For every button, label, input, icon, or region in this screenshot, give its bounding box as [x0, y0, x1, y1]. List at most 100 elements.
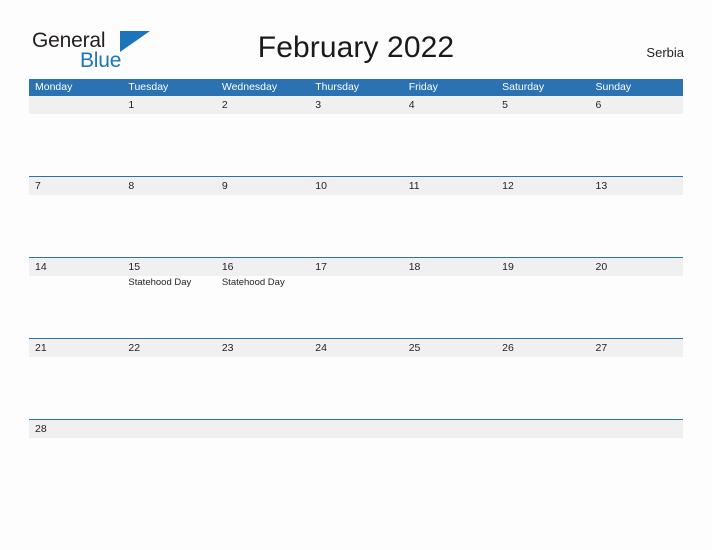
calendar-day-cell[interactable]: 12	[496, 177, 590, 257]
day-number: 12	[502, 180, 514, 192]
day-number-band	[122, 420, 216, 438]
day-number: 10	[315, 180, 327, 192]
day-number: 2	[221, 99, 228, 111]
day-number: 20	[595, 261, 608, 273]
day-number-band	[122, 96, 216, 114]
calendar-day-cell[interactable]: 22	[122, 339, 216, 419]
calendar-week-row: 14 15 Statehood Day 16 Statehood Day 17 18 19 20	[29, 257, 683, 338]
calendar-day-cell[interactable]: 16 Statehood Day	[215, 258, 310, 338]
day-number-band	[496, 420, 590, 438]
day-number-band	[496, 96, 590, 114]
calendar-week-cells: 1 2 3 4 5 6	[29, 96, 683, 176]
calendar-day-cell[interactable]: 1	[122, 96, 216, 176]
calendar-day-cell[interactable]: 3	[309, 96, 403, 176]
country-label: Serbia	[646, 45, 684, 60]
calendar-day-cell-empty	[589, 420, 683, 450]
calendar-day-cell-empty	[215, 420, 310, 450]
calendar-day-cell[interactable]: 2	[215, 96, 310, 176]
day-number: 3	[315, 99, 322, 111]
day-number: 26	[502, 342, 514, 354]
weekday-header-cell: Wednesday	[221, 81, 278, 93]
calendar-day-cell[interactable]: 6	[589, 96, 683, 176]
holiday-event: Statehood Day	[128, 277, 192, 288]
calendar-day-cell[interactable]: 4	[402, 96, 497, 176]
day-number: 16	[221, 261, 234, 273]
day-number-band	[309, 96, 403, 114]
day-number: 1	[128, 99, 135, 111]
calendar-day-cell[interactable]: 5	[496, 96, 590, 176]
day-number-band	[589, 96, 683, 114]
day-events: Statehood Day	[128, 276, 213, 289]
calendar-day-cell-empty	[402, 420, 497, 450]
calendar-day-cell-empty	[122, 420, 216, 450]
calendar-day-cell-empty	[309, 420, 403, 450]
calendar-day-cell[interactable]: 23	[215, 339, 310, 419]
calendar-day-cell[interactable]: 14	[29, 258, 123, 338]
calendar-day-cell[interactable]: 7	[29, 177, 123, 257]
day-number: 5	[502, 99, 508, 111]
calendar-day-cell[interactable]: 24	[309, 339, 403, 419]
calendar-day-cell[interactable]: 10	[309, 177, 403, 257]
day-number: 23	[221, 342, 234, 354]
day-number: 22	[128, 342, 141, 354]
calendar-week-row: 28	[29, 419, 683, 450]
weekday-header-row: Monday Tuesday Wednesday Thursday Friday Satu…	[29, 79, 683, 96]
day-number: 11	[408, 180, 420, 192]
day-number: 28	[35, 423, 47, 435]
calendar-day-cell[interactable]: 15 Statehood Day	[122, 258, 216, 338]
calendar-day-cell[interactable]: 27	[589, 339, 683, 419]
weekday-header-cell: Tuesday	[128, 81, 169, 93]
calendar-day-cell[interactable]: 20	[589, 258, 683, 338]
calendar-day-cell[interactable]: 11	[402, 177, 497, 257]
calendar-day-cell[interactable]: 26	[496, 339, 590, 419]
day-number-band	[29, 96, 123, 114]
day-number: 7	[35, 180, 41, 192]
day-number: 13	[595, 180, 608, 192]
page-header: General Blue February 2022 Serbia	[0, 0, 712, 79]
day-number: 14	[35, 261, 47, 273]
day-number: 15	[128, 261, 141, 273]
day-number-band	[29, 177, 123, 195]
day-number-band	[589, 420, 683, 438]
weekday-header-cell: Saturday	[502, 81, 545, 93]
calendar-day-cell[interactable]: 19	[496, 258, 590, 338]
day-number: 19	[502, 261, 514, 273]
calendar-day-cell[interactable]: 8	[122, 177, 216, 257]
calendar-grid: Monday Tuesday Wednesday Thursday Friday Satu…	[29, 79, 683, 450]
calendar-week-cells: 28	[29, 420, 683, 450]
calendar-day-cell[interactable]: 17	[309, 258, 403, 338]
calendar-week-row: 1 2 3 4 5 6	[29, 96, 683, 176]
day-number: 25	[408, 342, 421, 354]
calendar-day-cell[interactable]: 9	[215, 177, 310, 257]
day-number: 27	[595, 342, 608, 354]
weekday-header-cell: Friday	[408, 81, 438, 93]
calendar-week-cells: 7 8 9 10 11 12 13	[29, 177, 683, 257]
weekday-header-cell: Monday	[35, 81, 73, 93]
calendar-day-cell[interactable]: 25	[402, 339, 497, 419]
day-number-band	[215, 177, 310, 195]
calendar-day-cell[interactable]: 13	[589, 177, 683, 257]
calendar-weeks: 1 2 3 4 5 6 7 8 9 10 11 12 13 14 15 Statehood Day 16 Stat…	[29, 96, 683, 450]
calendar-week-cells: 21 22 23 24 25 26 27	[29, 339, 683, 419]
calendar-day-cell-empty	[29, 96, 123, 176]
calendar-day-cell-empty	[496, 420, 590, 450]
day-number-band	[402, 96, 497, 114]
day-number: 24	[315, 342, 327, 354]
day-number: 18	[408, 261, 421, 273]
calendar-week-row: 7 8 9 10 11 12 13	[29, 176, 683, 257]
calendar-day-cell[interactable]: 18	[402, 258, 497, 338]
day-number-band	[215, 96, 310, 114]
calendar-day-cell[interactable]: 21	[29, 339, 123, 419]
page-title: February 2022	[257, 31, 455, 64]
day-number-band	[122, 177, 216, 195]
calendar-day-cell[interactable]: 28	[29, 420, 123, 450]
day-number: 21	[35, 342, 47, 354]
day-number: 8	[128, 180, 135, 192]
day-number-band	[215, 420, 310, 438]
day-number: 17	[315, 261, 327, 273]
calendar-week-row: 21 22 23 24 25 26 27	[29, 338, 683, 419]
day-number-band	[402, 420, 497, 438]
weekday-header-cell: Sunday	[595, 81, 632, 93]
day-number: 4	[408, 99, 415, 111]
day-number: 9	[221, 180, 228, 192]
